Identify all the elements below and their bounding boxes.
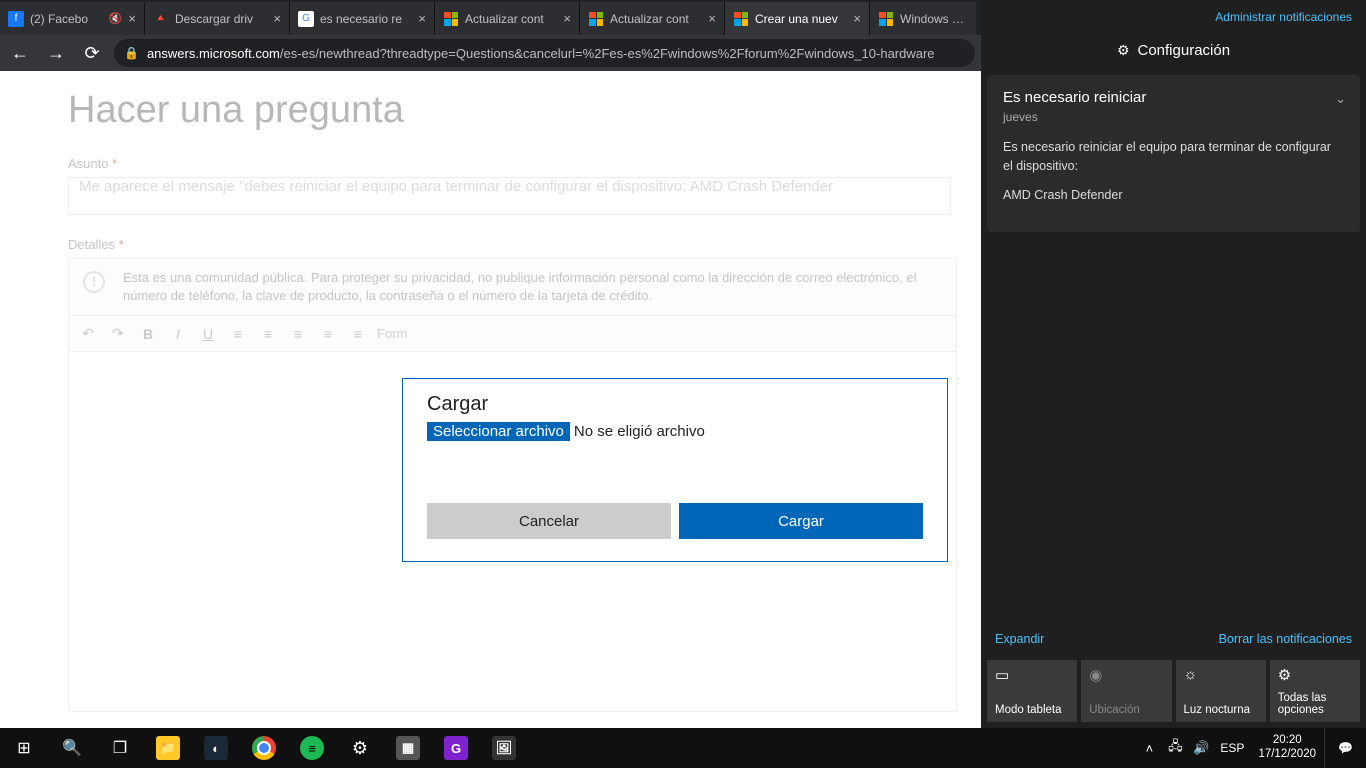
expand-link[interactable]: Expandir	[995, 632, 1044, 646]
gear-icon: ⚙	[1117, 42, 1130, 59]
tab-ms1[interactable]: Actualizar cont ×	[435, 2, 580, 35]
tab-title: (2) Facebo	[30, 12, 103, 26]
cancel-button[interactable]: Cancelar	[427, 503, 671, 539]
mute-icon[interactable]: 🔇	[109, 12, 123, 25]
omnibox[interactable]: 🔒 answers.microsoft.com/es-es/newthread?…	[114, 39, 975, 67]
address-bar: ← → ⟳ 🔒 answers.microsoft.com/es-es/newt…	[0, 35, 981, 71]
manage-notifications-link[interactable]: Administrar notificaciones	[1215, 10, 1352, 24]
search-button[interactable]: 🔍	[48, 728, 96, 768]
taskbar: ⊞ 🔍 ❐ 📁 ◐ ≡ ⚙ ▦ G 🖼 ˄ 🖧 🔊 ESP 20:20 17/1…	[0, 728, 1366, 768]
tab-title: Descargar driv	[175, 12, 267, 26]
tile-tablet-mode[interactable]: ▭Modo tableta	[987, 660, 1077, 722]
tab-title: es necesario re	[320, 12, 412, 26]
chrome-icon[interactable]	[240, 728, 288, 768]
notification-title: Es necesario reiniciar	[1003, 89, 1344, 106]
microsoft-icon	[878, 11, 894, 27]
choose-file-button[interactable]: Seleccionar archivo	[427, 422, 570, 441]
sun-icon: ☼	[1184, 666, 1258, 683]
close-icon[interactable]: ×	[563, 11, 571, 26]
settings-icon[interactable]: ⚙	[336, 728, 384, 768]
tab-title: Actualizar cont	[610, 12, 702, 26]
close-icon[interactable]: ×	[708, 11, 716, 26]
file-status: No se eligió archivo	[574, 423, 705, 440]
location-icon: ◉	[1089, 666, 1163, 684]
chevron-down-icon[interactable]: ⌄	[1335, 91, 1346, 107]
spotify-icon[interactable]: ≡	[288, 728, 336, 768]
amd-icon: 🔺	[153, 11, 169, 27]
close-icon[interactable]: ×	[418, 11, 426, 26]
action-center-button[interactable]: 💬	[1324, 728, 1366, 768]
gear-icon: ⚙	[1278, 666, 1352, 684]
dialog-title: Cargar	[427, 393, 923, 416]
config-header: ⚙ Configuración	[981, 30, 1366, 75]
tab-active[interactable]: Crear una nuev ×	[725, 2, 870, 35]
upload-button[interactable]: Cargar	[679, 503, 923, 539]
microsoft-icon	[443, 11, 459, 27]
page-content: Hacer una pregunta Asunto * Me aparece e…	[0, 71, 981, 728]
app-icon[interactable]: ▦	[384, 728, 432, 768]
microsoft-icon	[588, 11, 604, 27]
tile-location[interactable]: ◉Ubicación	[1081, 660, 1171, 722]
tab-facebook[interactable]: f (2) Facebo 🔇 ×	[0, 2, 145, 35]
url-text: answers.microsoft.com/es-es/newthread?th…	[147, 46, 935, 61]
notification-day: jueves	[1003, 110, 1344, 124]
tab-google[interactable]: G es necesario re ×	[290, 2, 435, 35]
microsoft-icon	[733, 11, 749, 27]
tile-all-settings[interactable]: ⚙Todas las opciones	[1270, 660, 1360, 722]
reload-button[interactable]: ⟳	[78, 39, 106, 67]
start-button[interactable]: ⊞	[0, 728, 48, 768]
photos-icon[interactable]: 🖼	[480, 728, 528, 768]
tablet-icon: ▭	[995, 666, 1069, 684]
close-icon[interactable]: ×	[128, 11, 136, 26]
tab-title: Windows Hard	[900, 12, 968, 26]
clock[interactable]: 20:20 17/12/2020	[1250, 734, 1324, 762]
tab-amd[interactable]: 🔺 Descargar driv ×	[145, 2, 290, 35]
forward-button[interactable]: →	[42, 39, 70, 67]
quick-action-tiles: ▭Modo tableta ◉Ubicación ☼Luz nocturna ⚙…	[981, 656, 1366, 728]
lock-icon: 🔒	[124, 46, 139, 60]
tray-chevron-icon[interactable]: ˄	[1136, 741, 1162, 756]
steam-icon[interactable]: ◐	[192, 728, 240, 768]
clear-notifications-link[interactable]: Borrar las notificaciones	[1219, 632, 1352, 646]
task-view-button[interactable]: ❐	[96, 728, 144, 768]
tab-title: Crear una nuev	[755, 12, 847, 26]
facebook-icon: f	[8, 11, 24, 27]
tile-night-light[interactable]: ☼Luz nocturna	[1176, 660, 1266, 722]
notification-card[interactable]: ⌄ Es necesario reiniciar jueves Es neces…	[987, 75, 1360, 232]
file-explorer-icon[interactable]: 📁	[144, 728, 192, 768]
tab-ms2[interactable]: Actualizar cont ×	[580, 2, 725, 35]
close-icon[interactable]: ×	[273, 11, 281, 26]
back-button[interactable]: ←	[6, 39, 34, 67]
close-icon[interactable]: ×	[853, 11, 861, 26]
gog-icon[interactable]: G	[432, 728, 480, 768]
google-icon: G	[298, 11, 314, 27]
notification-device: AMD Crash Defender	[1003, 186, 1344, 205]
upload-dialog: Cargar Seleccionar archivo No se eligió …	[402, 378, 948, 562]
action-center: Administrar notificaciones ⚙ Configuraci…	[981, 0, 1366, 728]
network-icon[interactable]: 🖧	[1162, 737, 1188, 759]
tab-title: Actualizar cont	[465, 12, 557, 26]
volume-icon[interactable]: 🔊	[1188, 740, 1214, 756]
language-indicator[interactable]: ESP	[1214, 741, 1250, 755]
tab-ms4[interactable]: Windows Hard	[870, 2, 976, 35]
notification-body: Es necesario reiniciar el equipo para te…	[1003, 138, 1344, 176]
